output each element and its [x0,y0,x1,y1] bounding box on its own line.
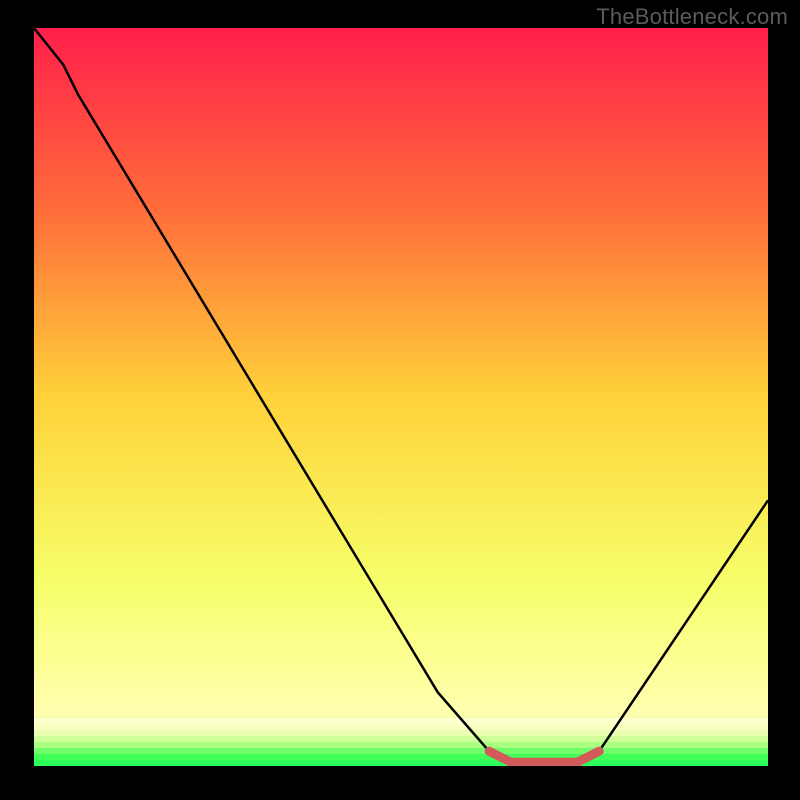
chart-svg [34,28,768,766]
watermark-text: TheBottleneck.com [596,4,788,30]
chart-background [34,28,768,766]
chart-canvas [34,28,768,766]
chart-bottom-stripes [34,718,768,766]
